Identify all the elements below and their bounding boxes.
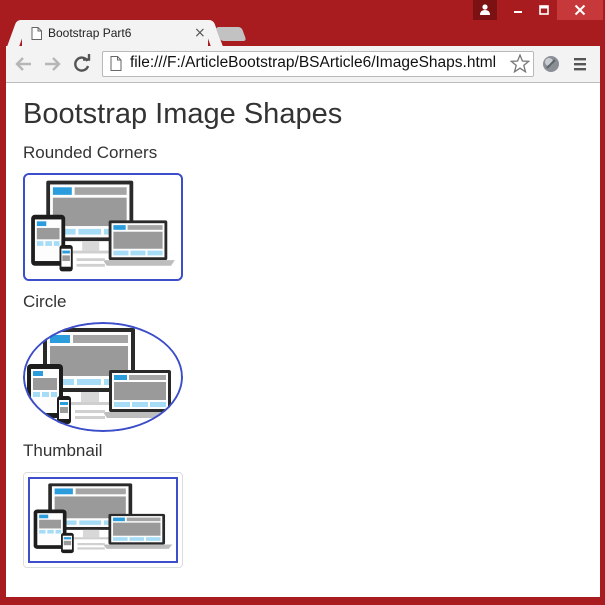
section-heading-thumbnail: Thumbnail (23, 441, 103, 460)
menu-button[interactable] (568, 53, 592, 75)
page-icon (110, 56, 122, 71)
url-text: file:///F:/ArticleBootstrap/BSArticle6/I… (130, 54, 497, 71)
maximize-icon (539, 5, 549, 15)
section-heading-circle: Circle (23, 292, 67, 311)
new-tab-button[interactable] (215, 27, 247, 41)
forward-button[interactable] (40, 53, 64, 75)
thumbnail-image (23, 472, 183, 568)
browser-window: Bootstrap Part6 × file:///F:/ArticleBoot… (0, 0, 605, 605)
responsive-devices-image (30, 479, 176, 559)
close-icon (574, 4, 586, 16)
minimize-icon (514, 11, 522, 13)
responsive-devices-image (27, 175, 179, 279)
minimize-button[interactable] (505, 0, 531, 20)
extension-icon (543, 56, 559, 72)
browser-toolbar: file:///F:/ArticleBootstrap/BSArticle6/I… (6, 46, 600, 83)
reload-button[interactable] (70, 53, 94, 75)
address-bar[interactable]: file:///F:/ArticleBootstrap/BSArticle6/I… (102, 51, 534, 77)
forward-arrow-icon (45, 57, 61, 71)
page-icon (31, 27, 42, 40)
star-icon[interactable] (510, 54, 530, 73)
thumbnail-inner (28, 477, 178, 563)
section-heading-rounded: Rounded Corners (23, 143, 158, 162)
maximize-button[interactable] (531, 0, 557, 20)
reload-icon (74, 54, 91, 72)
menu-icon (574, 58, 586, 71)
tab-close-button[interactable]: × (194, 25, 206, 41)
window-close-button[interactable] (557, 0, 603, 20)
page-viewport: Bootstrap Image Shapes Rounded Corners C… (6, 83, 600, 597)
tab-title: Bootstrap Part6 (48, 26, 132, 40)
back-button[interactable] (12, 53, 36, 75)
rounded-image (23, 173, 183, 281)
page-title: Bootstrap Image Shapes (23, 98, 343, 130)
back-arrow-icon (15, 57, 31, 71)
browser-tab[interactable]: Bootstrap Part6 × (22, 20, 208, 46)
circle-image (23, 322, 183, 432)
profile-button[interactable] (473, 0, 497, 20)
user-icon (480, 4, 490, 15)
extension-button[interactable] (539, 53, 563, 75)
circle-border (23, 322, 183, 432)
